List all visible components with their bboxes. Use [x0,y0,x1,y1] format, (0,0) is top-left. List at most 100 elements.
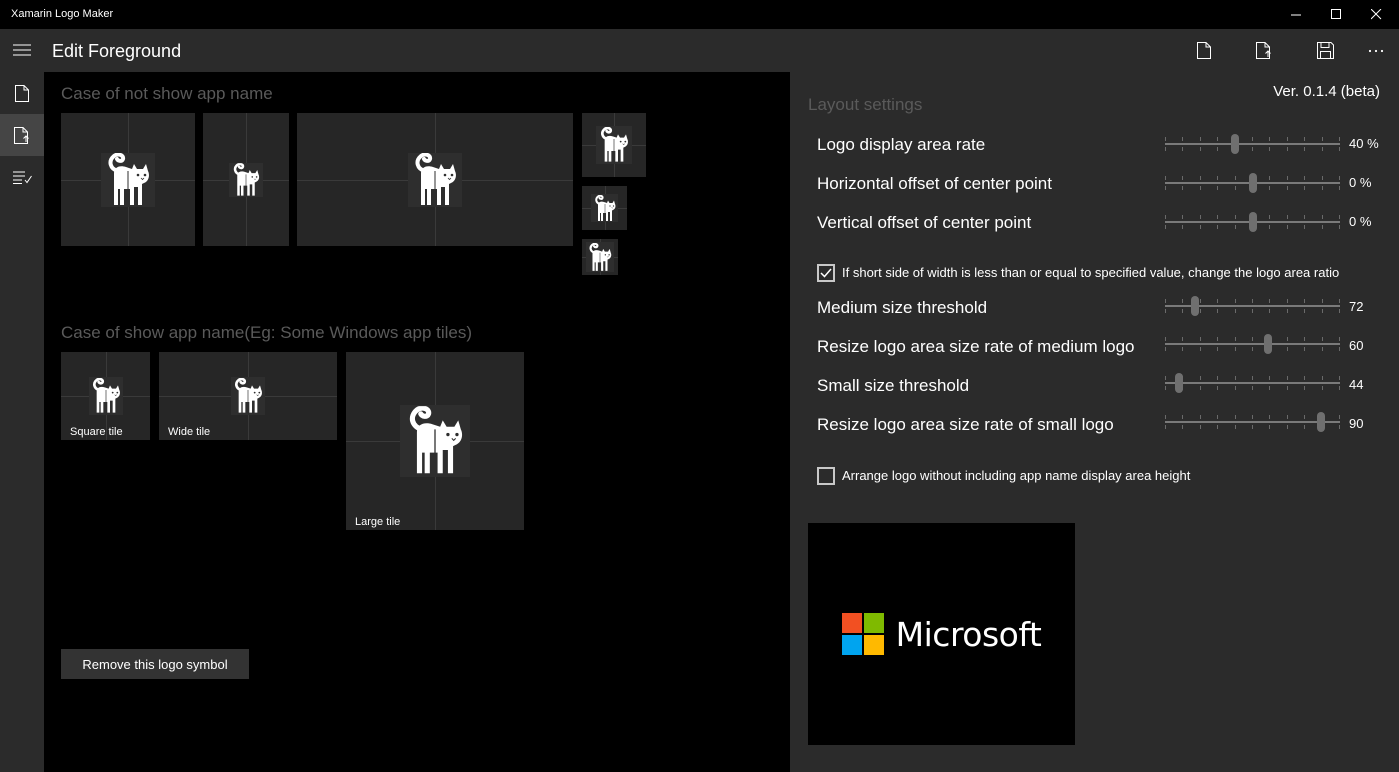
slider-tick [1269,147,1270,151]
nav-item-new[interactable] [0,72,44,114]
more-options-button[interactable] [1352,29,1399,72]
slider-tick [1339,299,1340,303]
cat-logo-icon [411,153,459,207]
slider-tick [1200,425,1201,429]
slider-thumb[interactable] [1175,373,1183,393]
slider-tick [1235,376,1236,380]
save-button[interactable] [1301,29,1349,72]
slider-tick [1322,309,1323,313]
slider-tick [1304,147,1305,151]
nav-pane [0,72,44,772]
slider-tick [1287,225,1288,229]
slider-tick [1217,137,1218,141]
cat-logo-icon [593,195,617,222]
small-rate-slider[interactable] [1165,412,1340,432]
v-offset-label: Vertical offset of center point [817,213,1032,232]
ms-blue-square [841,635,862,655]
nav-item-edit-foreground[interactable] [0,114,44,156]
slider-tick [1165,309,1166,313]
slider-tick [1287,215,1288,219]
close-button[interactable] [1353,0,1399,29]
slider-tick [1235,415,1236,419]
slider-tick [1182,176,1183,180]
preview-tile [203,113,289,246]
logo-rate-slider[interactable] [1165,134,1340,154]
slider-tick [1322,386,1323,390]
slider-tick [1269,176,1270,180]
slider-tick [1287,415,1288,419]
cat-logo-icon [90,378,122,414]
hamburger-button[interactable] [0,29,44,72]
minimize-icon [1290,14,1301,16]
slider-tick [1217,376,1218,380]
slider-tick [1287,337,1288,341]
slider-tick [1339,176,1340,180]
remove-logo-button[interactable]: Remove this logo symbol [61,649,249,679]
medium-threshold-slider[interactable] [1165,296,1340,316]
slider-tick [1287,137,1288,141]
preview-area: Microsoft [808,523,1075,745]
small-rate-value: 90 [1349,416,1364,431]
slider-tick [1304,347,1305,351]
logo-rate-label: Logo display area rate [817,135,986,154]
slider-tick [1339,425,1340,429]
small-threshold-slider[interactable] [1165,373,1340,393]
slider-track [1165,343,1340,345]
slider-tick [1182,147,1183,151]
slider-tick [1322,215,1323,219]
slider-thumb[interactable] [1317,412,1325,432]
checkmark-icon [820,268,832,278]
slider-tick [1182,215,1183,219]
slider-tick [1304,386,1305,390]
slider-tick [1217,386,1218,390]
slider-tick [1182,225,1183,229]
slider-thumb[interactable] [1231,134,1239,154]
slider-tick [1339,376,1340,380]
slider-thumb[interactable] [1249,173,1257,193]
slider-tick [1322,147,1323,151]
app-header: Edit Foreground [0,29,1399,72]
slider-thumb[interactable] [1264,334,1272,354]
slider-tick [1304,225,1305,229]
export-button[interactable] [1240,29,1288,72]
change-ratio-checkbox[interactable] [817,264,835,282]
slider-tick [1165,425,1166,429]
h-offset-slider[interactable] [1165,173,1340,193]
slider-tick [1182,186,1183,190]
arrange-logo-checkbox[interactable] [817,467,835,485]
slider-tick [1165,137,1166,141]
slider-tick [1217,186,1218,190]
slider-tick [1200,176,1201,180]
slider-tick [1235,347,1236,351]
slider-tick [1200,386,1201,390]
slider-tick [1304,176,1305,180]
slider-tick [1200,309,1201,313]
slider-tick [1252,376,1253,380]
preview-tile [582,113,646,177]
nav-item-checklist[interactable] [0,156,44,198]
slider-tick [1235,337,1236,341]
logo-box [400,405,470,477]
wide-tile: Wide tile [159,352,337,440]
cat-logo-icon [232,378,264,414]
hamburger-icon [13,44,31,56]
slider-tick [1165,147,1166,151]
cat-logo-icon [404,406,466,476]
slider-tick [1339,137,1340,141]
slider-tick [1217,299,1218,303]
v-offset-slider[interactable] [1165,212,1340,232]
window-title: Xamarin Logo Maker [11,8,114,20]
slider-tick [1339,337,1340,341]
slider-tick [1269,415,1270,419]
medium-rate-slider[interactable] [1165,334,1340,354]
slider-tick [1182,347,1183,351]
slider-thumb[interactable] [1191,296,1199,316]
logo-box [586,242,614,272]
slider-tick [1269,299,1270,303]
new-document-button[interactable] [1180,29,1228,72]
slider-thumb[interactable] [1249,212,1257,232]
slider-tick [1182,337,1183,341]
maximize-icon [1330,9,1341,19]
slider-tick [1339,147,1340,151]
slider-tick [1200,337,1201,341]
